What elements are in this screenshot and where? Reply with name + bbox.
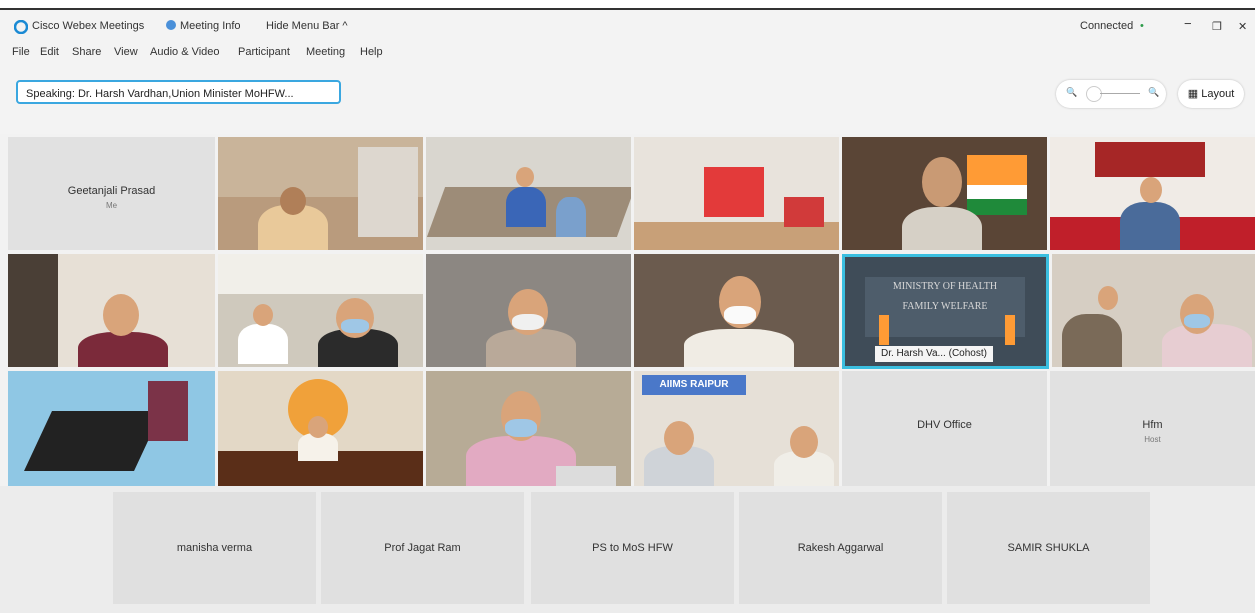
- ministry-sign-line-2: FAMILY WELFARE: [902, 301, 988, 312]
- title-bar: Cisco Webex Meetings Meeting Info Hide M…: [0, 8, 1255, 44]
- top-edge: [0, 0, 1255, 8]
- menu-share[interactable]: Share: [72, 46, 101, 58]
- participant-video-9[interactable]: [426, 254, 631, 367]
- webex-logo-icon: [13, 19, 29, 37]
- menu-file[interactable]: File: [12, 46, 30, 58]
- ministry-sign-line-1: MINISTRY OF HEALTH: [892, 281, 998, 292]
- menu-audio-video[interactable]: Audio & Video: [150, 46, 220, 58]
- participant-tile-manisha-verma[interactable]: manisha verma: [113, 492, 316, 604]
- active-speaker-name: Dr. Harsh Va... (Cohost): [875, 346, 993, 362]
- participant-video-5[interactable]: [842, 137, 1047, 250]
- participant-video-6[interactable]: [1050, 137, 1255, 250]
- participant-video-14[interactable]: [218, 371, 423, 486]
- zoom-out-icon[interactable]: 🔍: [1066, 87, 1077, 98]
- participant-video-12[interactable]: [1052, 254, 1255, 367]
- participant-tile-geetanjali[interactable]: Geetanjali Prasad Me: [8, 137, 215, 250]
- menu-help[interactable]: Help: [360, 46, 383, 58]
- layout-grid-icon: ▦: [1187, 88, 1199, 100]
- participant-video-8[interactable]: [218, 254, 423, 367]
- menu-view[interactable]: View: [114, 46, 138, 58]
- participant-tile-ps-to-mos-hfw[interactable]: PS to MoS HFW: [531, 492, 734, 604]
- close-button[interactable]: ✕: [1238, 20, 1247, 33]
- participant-name: Geetanjali Prasad: [67, 185, 156, 197]
- participant-tile-rakesh-aggarwal[interactable]: Rakesh Aggarwal: [739, 492, 942, 604]
- hide-menu-bar-button[interactable]: Hide Menu Bar ^: [266, 20, 348, 32]
- participant-video-10[interactable]: [634, 254, 839, 367]
- layout-button[interactable]: ▦ Layout: [1178, 80, 1244, 108]
- meeting-info-icon: [166, 20, 176, 33]
- participant-strip: manisha verma Prof Jagat Ram PS to MoS H…: [0, 486, 1255, 613]
- app-title: Cisco Webex Meetings: [32, 20, 145, 32]
- participant-video-13[interactable]: [8, 371, 215, 486]
- zoom-in-icon[interactable]: 🔍: [1148, 87, 1159, 98]
- participant-name: DHV Office: [917, 419, 972, 431]
- participant-name: Hfm: [1142, 419, 1163, 431]
- minimize-button[interactable]: −: [1184, 16, 1192, 31]
- participant-video-3[interactable]: [426, 137, 631, 250]
- layout-label: Layout: [1201, 88, 1235, 100]
- connection-status: Connected: [1080, 20, 1134, 32]
- menu-participant[interactable]: Participant: [238, 46, 290, 58]
- zoom-slider-track[interactable]: [1100, 93, 1140, 94]
- zoom-slider-handle[interactable]: [1086, 86, 1102, 102]
- participant-video-16[interactable]: AIIMS RAIPUR: [634, 371, 839, 486]
- participant-video-15[interactable]: [426, 371, 631, 486]
- speaking-indicator: Speaking: Dr. Harsh Vardhan,Union Minist…: [16, 80, 341, 104]
- zoom-control[interactable]: 🔍 🔍: [1056, 80, 1166, 108]
- participant-video-2[interactable]: [218, 137, 423, 250]
- participant-tile-prof-jagat-ram[interactable]: Prof Jagat Ram: [321, 492, 524, 604]
- active-speaker-tile[interactable]: MINISTRY OF HEALTH FAMILY WELFARE Dr. Ha…: [842, 254, 1049, 369]
- menu-bar: File Edit Share View Audio & Video Parti…: [0, 42, 1255, 64]
- participant-role: Host: [1144, 435, 1161, 444]
- menu-meeting[interactable]: Meeting: [306, 46, 345, 58]
- menu-edit[interactable]: Edit: [40, 46, 59, 58]
- restore-button[interactable]: ❐: [1212, 20, 1222, 33]
- participant-tile-samir-shukla[interactable]: SAMIR SHUKLA: [947, 492, 1150, 604]
- meeting-toolbar: Speaking: Dr. Harsh Vardhan,Union Minist…: [0, 64, 1255, 134]
- participant-tile-hfm[interactable]: Hfm Host: [1050, 371, 1255, 486]
- aiims-sign: AIIMS RAIPUR: [642, 375, 746, 395]
- participant-role: Me: [105, 201, 118, 210]
- meeting-info-button[interactable]: Meeting Info: [180, 20, 241, 32]
- participant-tile-dhv-office[interactable]: DHV Office: [842, 371, 1047, 486]
- participant-video-4[interactable]: [634, 137, 839, 250]
- participant-video-7[interactable]: [8, 254, 215, 367]
- connection-status-dot: •: [1140, 20, 1144, 32]
